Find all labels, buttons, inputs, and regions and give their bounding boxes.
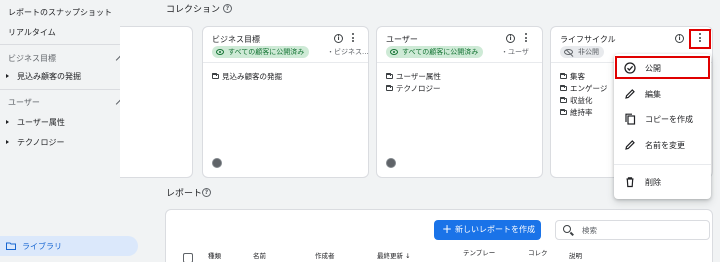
plus-icon: +	[442, 222, 453, 236]
column-header-collection[interactable]: コレク	[528, 249, 548, 257]
more-options-icon[interactable]	[351, 33, 355, 44]
expand-arrow-icon[interactable]	[6, 74, 9, 78]
status-badge: すべての顧客に公開済み	[386, 46, 484, 58]
sidebar-item-snapshot[interactable]: レポートのスナップショット	[8, 7, 112, 18]
sidebar-divider	[0, 44, 138, 45]
sidebar-item-library[interactable]: ライブラリ	[0, 236, 138, 256]
publish-highlight	[615, 56, 710, 79]
folder-icon	[560, 72, 567, 79]
folder-icon	[560, 108, 567, 115]
search-icon	[563, 225, 571, 233]
search-input[interactable]	[582, 224, 702, 236]
sidebar-divider	[0, 89, 138, 90]
menu-item-delete[interactable]: 削除	[614, 171, 711, 193]
folder-icon	[386, 72, 393, 79]
menu-item-edit[interactable]: 編集	[614, 83, 711, 105]
card-title: ユーザー	[386, 35, 418, 44]
column-header-name[interactable]: 名前	[253, 252, 266, 260]
list-item[interactable]: 見込み顧客の発掘	[212, 72, 282, 82]
column-header-last-modified[interactable]: 最終更新 ↓	[377, 252, 411, 260]
collection-card-partial	[120, 26, 193, 178]
select-all-checkbox[interactable]	[183, 253, 193, 262]
folder-icon	[6, 242, 16, 250]
sidebar-item-lead-generation[interactable]: 見込み顧客の発掘	[17, 71, 81, 82]
folder-icon	[560, 96, 567, 103]
globe-icon	[212, 158, 222, 168]
expand-arrow-icon[interactable]	[6, 140, 9, 144]
collections-title: コレクション	[166, 5, 221, 15]
sidebar-item-library-label: ライブラリ	[22, 242, 62, 251]
info-icon[interactable]: i	[334, 34, 343, 43]
card-title: ライフサイクル	[560, 35, 616, 44]
menu-item-rename[interactable]: 名前を変更	[614, 134, 711, 156]
list-item[interactable]: 収益化	[560, 96, 593, 106]
card-extra-label: ・ビジネス...	[327, 48, 369, 56]
menu-divider	[614, 164, 711, 165]
eye-icon	[390, 49, 398, 55]
sidebar-section-business-goals[interactable]: ビジネス目標	[8, 53, 56, 64]
menu-item-copy[interactable]: コピーを作成	[614, 108, 711, 130]
sidebar-item-technology[interactable]: テクノロジー	[17, 137, 65, 148]
more-options-highlight	[689, 29, 711, 49]
column-header-creator[interactable]: 作成者	[315, 252, 335, 260]
eye-off-icon	[564, 49, 573, 55]
collection-card-business-goals[interactable]: ビジネス目標 i すべての顧客に公開済み ・ビジネス... 見込み顧客の発掘	[202, 26, 369, 178]
list-item[interactable]: ユーザー属性	[386, 72, 441, 82]
pencil-icon	[625, 89, 635, 99]
more-options-icon[interactable]	[524, 33, 528, 44]
list-item[interactable]: 維持率	[560, 108, 593, 118]
list-item[interactable]: エンゲージ	[560, 84, 607, 94]
info-icon[interactable]: i	[675, 34, 684, 43]
column-header-template[interactable]: テンプレー	[463, 249, 495, 257]
sidebar-section-user[interactable]: ユーザー	[8, 97, 40, 108]
help-icon[interactable]: ?	[202, 188, 211, 197]
card-title: ビジネス目標	[212, 35, 260, 44]
folder-icon	[386, 84, 393, 91]
create-report-label: 新しいレポートを作成	[455, 225, 535, 234]
search-box[interactable]	[555, 220, 710, 240]
card-extra-label: ・ユーザ	[501, 48, 529, 56]
list-item[interactable]: テクノロジー	[386, 84, 441, 94]
status-badge: すべての顧客に公開済み	[212, 46, 310, 58]
info-icon[interactable]: i	[506, 34, 515, 43]
sidebar-item-demographics[interactable]: ユーザー属性	[17, 117, 65, 128]
column-header-description[interactable]: 説明	[569, 252, 582, 260]
globe-icon	[386, 158, 396, 168]
sidebar-item-realtime[interactable]: リアルタイム	[8, 27, 56, 38]
menu-item-label: 削除	[645, 178, 661, 187]
list-item[interactable]: 集客	[560, 72, 585, 82]
create-report-button[interactable]: + 新しいレポートを作成	[434, 220, 541, 240]
card-divider	[203, 62, 368, 63]
menu-item-label: コピーを作成	[645, 115, 693, 124]
trash-icon	[626, 177, 634, 188]
menu-item-label: 名前を変更	[645, 141, 685, 150]
column-header-type[interactable]: 種類	[208, 252, 221, 260]
status-badge: 非公開	[560, 46, 604, 58]
help-icon[interactable]: ?	[223, 4, 232, 13]
folder-icon	[560, 84, 567, 91]
eye-icon	[216, 49, 224, 55]
reports-title: レポート	[166, 189, 203, 199]
folder-icon	[212, 72, 219, 79]
card-divider	[377, 62, 542, 63]
menu-item-label: 編集	[645, 90, 661, 99]
collection-card-user[interactable]: ユーザー i すべての顧客に公開済み ・ユーザ ユーザー属性 テクノロジー	[376, 26, 543, 178]
pencil-icon	[625, 140, 635, 150]
copy-icon	[625, 113, 636, 125]
expand-arrow-icon[interactable]	[6, 120, 9, 124]
